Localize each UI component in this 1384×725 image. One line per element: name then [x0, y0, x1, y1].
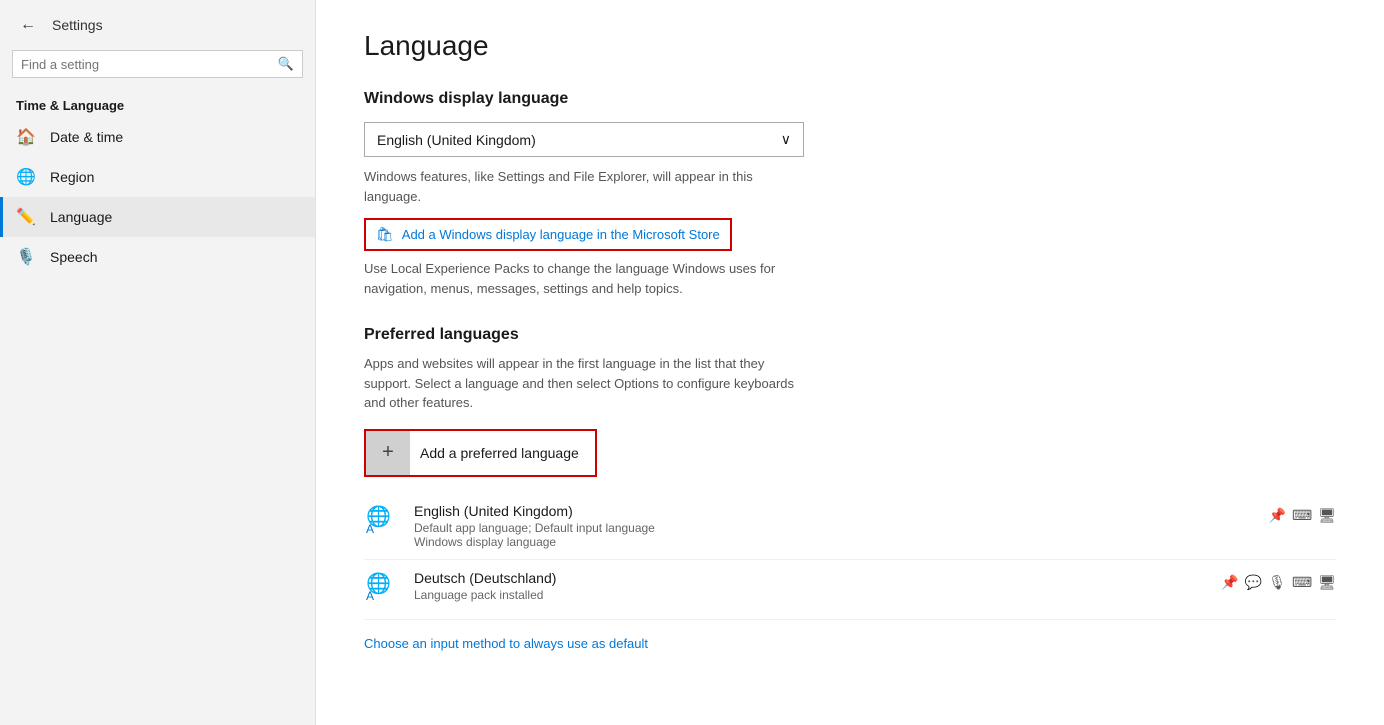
keyboard-icon-de: ⌨ — [1292, 574, 1312, 591]
store-icon: 🛍 — [376, 226, 394, 243]
sidebar: ← Settings 🔍 Time & Language 🏠 Date & ti… — [0, 0, 316, 725]
language-item-deutsch[interactable]: 🌐 A Deutsch (Deutschland) Language pack … — [364, 560, 1336, 620]
home-icon: 🏠 — [16, 127, 36, 147]
sidebar-item-date-time[interactable]: 🏠 Date & time — [0, 117, 315, 157]
sidebar-item-label: Date & time — [50, 129, 123, 145]
display-icon-de: 🖥 — [1318, 574, 1336, 591]
search-input[interactable] — [21, 57, 272, 72]
sidebar-title-label: Settings — [52, 17, 103, 33]
language-icon: ✏️ — [16, 207, 36, 227]
language-sub-english: Default app language; Default input lang… — [414, 521, 1255, 549]
svg-text:A: A — [366, 522, 374, 535]
microphone-icon: 🎙️ — [16, 247, 36, 267]
language-name-deutsch: Deutsch (Deutschland) — [414, 570, 1207, 586]
pin-icon-de: 📌 — [1221, 574, 1238, 591]
svg-text:A: A — [366, 589, 374, 602]
page-title: Language — [364, 30, 1336, 62]
sidebar-item-speech[interactable]: 🎙️ Speech — [0, 237, 315, 277]
search-icon: 🔍 — [278, 56, 294, 72]
language-globe-icon-de: 🌐 A — [364, 570, 400, 609]
language-features-english: 📌 ⌨ 🖥 — [1269, 507, 1336, 524]
dropdown-selected-value: English (United Kingdom) — [377, 132, 536, 148]
pin-icon: 📌 — [1269, 507, 1286, 524]
sidebar-item-language[interactable]: ✏️ Language — [0, 197, 315, 237]
language-info-deutsch: Deutsch (Deutschland) Language pack inst… — [414, 570, 1207, 602]
preferred-languages-heading: Preferred languages — [364, 326, 1336, 344]
keyboard-icon: ⌨ — [1292, 507, 1312, 524]
language-item-english[interactable]: 🌐 A English (United Kingdom) Default app… — [364, 493, 1336, 560]
language-info-english: English (United Kingdom) Default app lan… — [414, 503, 1255, 549]
sidebar-section-label: Time & Language — [0, 90, 315, 117]
language-name-english: English (United Kingdom) — [414, 503, 1255, 519]
display-language-dropdown-wrapper: English (United Kingdom) ∨ — [364, 122, 1336, 157]
mic-icon-de: 🎙 — [1268, 574, 1286, 591]
language-features-deutsch: 📌 💬 🎙 ⌨ 🖥 — [1221, 574, 1336, 591]
language-globe-icon: 🌐 A — [364, 503, 400, 542]
display-language-dropdown[interactable]: English (United Kingdom) ∨ — [364, 122, 804, 157]
input-default-link[interactable]: Choose an input method to always use as … — [364, 636, 648, 651]
back-button[interactable]: ← — [16, 14, 40, 36]
store-link-box[interactable]: 🛍 Add a Windows display language in the … — [364, 218, 732, 251]
search-box[interactable]: 🔍 — [12, 50, 303, 78]
display-language-desc: Windows features, like Settings and File… — [364, 167, 804, 206]
plus-icon: + — [366, 431, 410, 475]
sidebar-item-label: Speech — [50, 249, 97, 265]
sidebar-header: ← Settings — [0, 0, 315, 46]
display-language-heading: Windows display language — [364, 90, 1336, 108]
chevron-down-icon: ∨ — [781, 131, 791, 148]
main-content: Language Windows display language Englis… — [316, 0, 1384, 725]
add-preferred-language-button[interactable]: + Add a preferred language — [364, 429, 597, 477]
chat-icon-de: 💬 — [1245, 574, 1262, 591]
sidebar-item-region[interactable]: 🌐 Region — [0, 157, 315, 197]
language-sub-deutsch: Language pack installed — [414, 588, 1207, 602]
add-lang-btn-label: Add a preferred language — [420, 445, 595, 461]
sidebar-item-label: Language — [50, 209, 112, 225]
store-desc: Use Local Experience Packs to change the… — [364, 259, 804, 298]
preferred-languages-desc: Apps and websites will appear in the fir… — [364, 354, 804, 413]
region-icon: 🌐 — [16, 167, 36, 187]
store-link[interactable]: Add a Windows display language in the Mi… — [402, 227, 720, 242]
sidebar-item-label: Region — [50, 169, 94, 185]
display-icon: 🖥 — [1318, 507, 1336, 524]
